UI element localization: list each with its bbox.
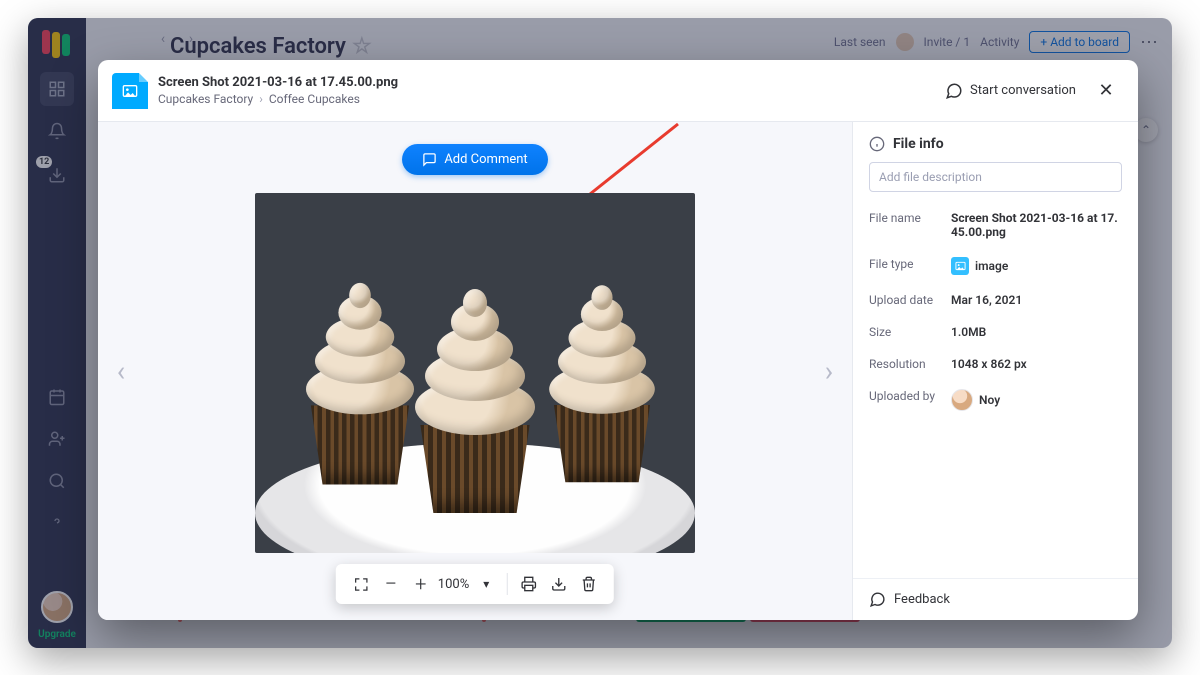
modal-header: Screen Shot 2021-03-16 at 17.45.00.png C…: [98, 60, 1138, 122]
file-info-panel: File info Add file description File name…: [852, 122, 1138, 620]
uploaded-by-value: Noy: [951, 389, 1122, 411]
download-icon[interactable]: [544, 569, 574, 599]
comment-icon: [422, 152, 437, 167]
resolution-label: Resolution: [869, 357, 951, 371]
upload-date-value: Mar 16, 2021: [951, 293, 1122, 307]
file-name-value: Screen Shot 2021-03-16 at 17.45.00.png: [951, 211, 1122, 239]
chat-icon: [945, 82, 963, 100]
file-info-heading: File info: [853, 122, 1138, 162]
zoom-dropdown-icon[interactable]: ▾: [471, 569, 501, 599]
start-conversation-button[interactable]: Start conversation: [945, 82, 1076, 100]
file-preview-modal: Screen Shot 2021-03-16 at 17.45.00.png C…: [98, 60, 1138, 620]
upload-date-label: Upload date: [869, 293, 951, 307]
delete-icon[interactable]: [574, 569, 604, 599]
size-label: Size: [869, 325, 951, 339]
info-icon: [869, 136, 885, 152]
size-value: 1.0MB: [951, 325, 1122, 339]
chevron-right-icon: ›: [259, 92, 263, 106]
resolution-value: 1048 x 862 px: [951, 357, 1122, 371]
breadcrumb-root[interactable]: Cupcakes Factory: [158, 92, 253, 106]
breadcrumb-item[interactable]: Coffee Cupcakes: [269, 92, 360, 106]
print-icon[interactable]: [514, 569, 544, 599]
uploader-avatar: [951, 389, 973, 411]
file-type-value: image: [951, 257, 1122, 275]
image-toolbar: − + 100% ▾: [336, 564, 614, 604]
breadcrumb: Cupcakes Factory › Coffee Cupcakes: [158, 92, 398, 106]
file-type-label: File type: [869, 257, 951, 275]
uploaded-by-label: Uploaded by: [869, 389, 951, 411]
feedback-icon: [869, 591, 886, 608]
file-type-icon: [112, 73, 148, 109]
file-name-label: File name: [869, 211, 951, 239]
add-comment-button[interactable]: Add Comment: [402, 144, 547, 175]
prev-image-icon[interactable]: ‹: [106, 355, 136, 388]
file-title: Screen Shot 2021-03-16 at 17.45.00.png: [158, 75, 398, 90]
zoom-value: 100%: [436, 577, 471, 592]
next-image-icon[interactable]: ›: [814, 355, 844, 388]
zoom-out-icon[interactable]: −: [376, 569, 406, 599]
image-preview: [255, 193, 695, 553]
zoom-in-icon[interactable]: +: [406, 569, 436, 599]
fit-screen-icon[interactable]: [346, 569, 376, 599]
close-icon[interactable]: ✕: [1092, 80, 1120, 101]
image-icon: [951, 257, 969, 275]
preview-column: Add Comment ‹ › − + 100% ▾: [98, 122, 852, 620]
feedback-button[interactable]: Feedback: [853, 578, 1138, 620]
file-description-input[interactable]: Add file description: [869, 162, 1122, 192]
